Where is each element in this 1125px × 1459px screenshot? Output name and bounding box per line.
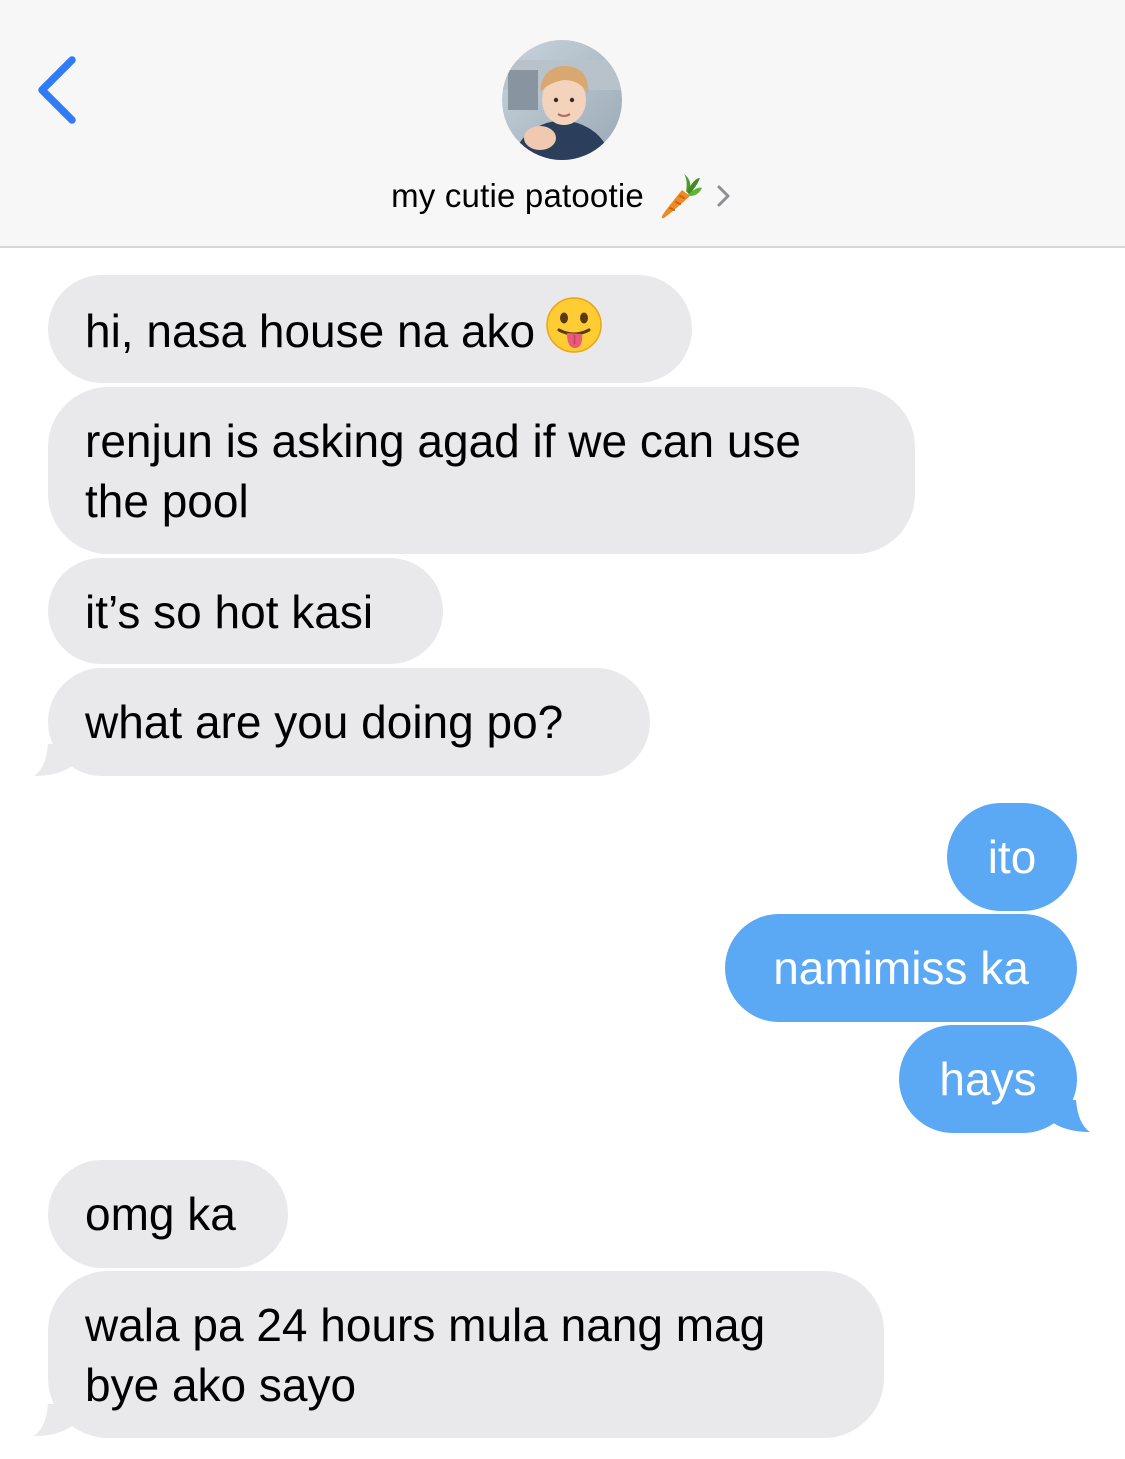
received-message[interactable]: what are you doing po?: [48, 668, 650, 776]
message-text: hi, nasa house na ako: [85, 305, 536, 358]
message-text-line: the pool: [85, 475, 249, 527]
tongue-out-face-emoji-icon: [545, 296, 603, 368]
received-message[interactable]: omg ka: [48, 1160, 288, 1268]
chevron-left-icon: [38, 56, 76, 124]
received-message[interactable]: wala pa 24 hours mula nang mag bye ako s…: [48, 1271, 884, 1438]
sent-message[interactable]: hays: [899, 1025, 1077, 1133]
message-text: what are you doing po?: [85, 696, 564, 748]
bubble-tail: [34, 744, 72, 776]
received-message[interactable]: renjun is asking agad if we can use the …: [48, 387, 915, 554]
message-text: namimiss ka: [773, 942, 1029, 994]
message-text-line: wala pa 24 hours mula nang mag: [85, 1299, 766, 1351]
back-button[interactable]: [30, 52, 90, 128]
message-text-line: bye ako sayo: [85, 1359, 357, 1411]
bubble-tail: [34, 1404, 72, 1436]
message-text: omg ka: [85, 1188, 236, 1240]
message-text-line: renjun is asking agad if we can use: [85, 415, 801, 467]
conversation-header: my cutie patootie: [0, 0, 1125, 248]
received-message[interactable]: it’s so hot kasi: [48, 558, 443, 664]
message-text: it’s so hot kasi: [85, 586, 374, 638]
received-message[interactable]: hi, nasa house na ako: [48, 275, 692, 383]
contact-avatar[interactable]: [502, 40, 622, 160]
carrot-emoji-icon: [661, 174, 702, 219]
sent-message[interactable]: ito: [947, 803, 1077, 911]
chevron-right-icon: [717, 185, 730, 207]
message-text: ito: [987, 831, 1037, 883]
contact-name: my cutie patootie: [391, 177, 644, 214]
message-text: hays: [939, 1053, 1037, 1105]
contact-name-button[interactable]: my cutie patootie: [0, 168, 1125, 224]
sent-message[interactable]: namimiss ka: [725, 914, 1077, 1022]
bubble-tail: [1052, 1100, 1090, 1132]
